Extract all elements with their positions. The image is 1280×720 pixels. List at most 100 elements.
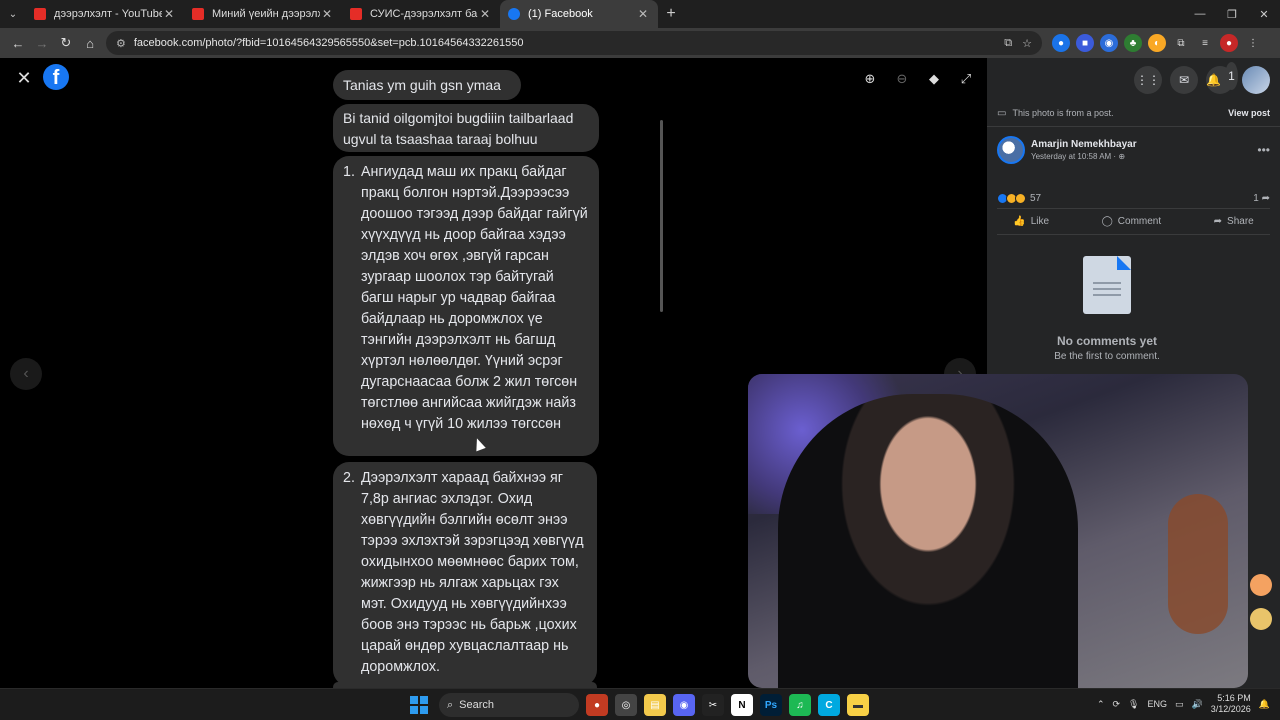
menu-grid-icon[interactable]: ⋮⋮ xyxy=(1134,66,1162,94)
list-item: 2. Дээрэлхэлт хараад байхнээ яг 7,8р анг… xyxy=(343,468,587,678)
divider xyxy=(997,208,1270,209)
wow-reaction-icon xyxy=(1015,192,1026,204)
extensions-puzzle-icon[interactable]: ⧉ xyxy=(1172,34,1190,52)
globe-icon: ⊕ xyxy=(1118,152,1126,161)
post-note: ▭ This photo is from a post. View post xyxy=(997,104,1270,122)
home-icon[interactable]: ⌂ xyxy=(78,31,102,55)
zoom-out-icon[interactable]: ⊖ xyxy=(891,68,913,90)
tab-search-icon[interactable]: ⌄ xyxy=(0,0,26,28)
tab-youtube-3[interactable]: СУИС-дээрэлхэлт байх ёстой юм... ✕ xyxy=(342,0,500,28)
tab-strip: ⌄ дээрэлхэлт - YouTube ✕ Миний үеийн дээ… xyxy=(0,0,1280,28)
file-explorer-icon[interactable]: ▤ xyxy=(644,694,666,716)
bookmark-star-icon[interactable]: ☆ xyxy=(1022,37,1032,50)
tab-title: Миний үеийн дээрэлхэлт | АРА... xyxy=(212,8,320,20)
search-icon: ⌕ xyxy=(447,698,454,711)
tab-youtube-2[interactable]: Миний үеийн дээрэлхэлт | АРА... ✕ xyxy=(184,0,342,28)
zoom-in-icon[interactable]: ⊕ xyxy=(859,68,881,90)
comment-button[interactable]: ◯ Comment xyxy=(1102,216,1162,227)
extension-icon[interactable]: ◉ xyxy=(1100,34,1118,52)
tab-facebook[interactable]: (1) Facebook ✕ xyxy=(500,0,658,28)
tray-chevron-icon[interactable]: ⌃ xyxy=(1097,699,1105,710)
network-icon[interactable]: ▭ xyxy=(1175,699,1184,710)
share-arrow-icon: ➦ xyxy=(1261,192,1270,204)
youtube-icon xyxy=(34,8,46,20)
microphone-icon[interactable]: 🎙 xyxy=(1128,699,1139,710)
fullscreen-icon[interactable]: ⤢ xyxy=(955,68,977,90)
account-avatar[interactable] xyxy=(1242,66,1270,94)
close-photo-icon[interactable]: ✕ xyxy=(14,68,34,88)
post-author: Amarjin Nemekhbayar Yesterday at 10:58 A… xyxy=(997,134,1270,166)
address-bar[interactable]: ⚙ facebook.com/photo/?fbid=1016456432956… xyxy=(106,31,1042,55)
discord-icon[interactable]: ◉ xyxy=(673,694,695,716)
close-icon[interactable]: ✕ xyxy=(162,7,176,21)
chrome-icon[interactable]: ● xyxy=(586,694,608,716)
more-options-icon[interactable]: ••• xyxy=(1257,143,1270,157)
extension-icon[interactable]: ♣ xyxy=(1124,34,1142,52)
site-info-icon[interactable]: ⚙ xyxy=(116,37,126,50)
item-number: 2. xyxy=(343,470,355,486)
windows-start-icon[interactable] xyxy=(410,696,428,714)
share-icon: ➦ xyxy=(1213,215,1223,227)
notion-icon[interactable]: N xyxy=(731,694,753,716)
reactions-bar[interactable]: 57 1 ➦ xyxy=(997,190,1270,206)
capcut-icon[interactable]: ✂ xyxy=(702,694,724,716)
language-indicator[interactable]: ENG xyxy=(1147,699,1167,709)
author-avatar[interactable] xyxy=(997,136,1025,164)
reaction-count: 57 xyxy=(1030,192,1042,204)
close-icon[interactable]: ✕ xyxy=(636,7,650,21)
reading-list-icon[interactable]: ≡ xyxy=(1196,34,1214,52)
post-time-text: Yesterday at 10:58 AM · xyxy=(1031,152,1119,161)
divider xyxy=(987,126,1280,127)
share-button[interactable]: ➦ Share xyxy=(1214,216,1254,227)
back-icon[interactable]: ← xyxy=(6,31,30,55)
browser-toolbar: ← → ↻ ⌂ ⚙ facebook.com/photo/?fbid=10164… xyxy=(0,28,1280,58)
chat-bubble-item-2: 2. Дээрэлхэлт хараад байхнээ яг 7,8р анг… xyxy=(333,462,597,686)
share-count-number: 1 xyxy=(1253,192,1259,204)
install-icon[interactable]: ⧉ xyxy=(1004,37,1012,50)
notifications-icon[interactable]: 🔔 1 xyxy=(1206,62,1238,94)
item-text: Ангиудад маш их пракц байдаг пракц болго… xyxy=(361,164,588,432)
share-count[interactable]: 1 ➦ xyxy=(1253,193,1270,204)
post-time[interactable]: Yesterday at 10:58 AM · ⊕ xyxy=(1031,152,1137,161)
volume-icon[interactable]: 🔊 xyxy=(1192,699,1203,710)
sync-icon[interactable]: ⟳ xyxy=(1113,699,1121,710)
profile-avatar-icon[interactable]: ● xyxy=(1220,34,1238,52)
reload-icon[interactable]: ↻ xyxy=(54,31,78,55)
tab-youtube-1[interactable]: дээрэлхэлт - YouTube ✕ xyxy=(26,0,184,28)
photoshop-icon[interactable]: Ps xyxy=(760,694,782,716)
like-button[interactable]: 👍 Like xyxy=(1013,216,1049,227)
post-note-text: This photo is from a post. xyxy=(1012,108,1114,118)
clock-time: 5:16 PM xyxy=(1217,693,1251,703)
emoji-sticker xyxy=(1250,574,1272,596)
facebook-logo-icon[interactable]: f xyxy=(43,64,69,90)
chat-bubble-item-1: 1. Ангиудад маш их пракц байдаг пракц бо… xyxy=(333,156,599,456)
clock[interactable]: 5:16 PM 3/12/2026 xyxy=(1211,693,1251,715)
view-post-link[interactable]: View post xyxy=(1228,108,1270,118)
app-icon[interactable]: C xyxy=(818,694,840,716)
forward-icon[interactable]: → xyxy=(30,31,54,55)
restore-icon[interactable]: ❐ xyxy=(1216,0,1248,28)
close-icon[interactable]: ✕ xyxy=(478,7,492,21)
spotify-icon[interactable]: ♫ xyxy=(789,694,811,716)
post-actions: 👍 Like ◯ Comment ➦ Share xyxy=(987,210,1280,232)
chrome-canary-icon[interactable]: ◎ xyxy=(615,694,637,716)
comment-label: Comment xyxy=(1117,215,1162,227)
extension-icon[interactable]: ● xyxy=(1052,34,1070,52)
close-icon[interactable]: ✕ xyxy=(320,7,334,21)
messenger-icon[interactable]: ✉ xyxy=(1170,66,1198,94)
windows-taskbar: ⌕ Search ● ◎ ▤ ◉ ✂ N Ps ♫ C ▬ ⌃ ⟳ 🎙 ENG … xyxy=(0,688,1280,720)
empty-comments-icon xyxy=(1083,256,1131,314)
tag-icon[interactable]: ◆ xyxy=(923,68,945,90)
image-scrollbar[interactable] xyxy=(660,120,663,312)
new-tab-button[interactable]: + xyxy=(658,0,684,28)
taskbar-search[interactable]: ⌕ Search xyxy=(439,693,579,717)
minimize-icon[interactable]: — xyxy=(1184,0,1216,28)
author-name[interactable]: Amarjin Nemekhbayar xyxy=(1031,139,1137,150)
menu-dots-icon[interactable]: ⋮ xyxy=(1244,34,1262,52)
close-window-icon[interactable]: ✕ xyxy=(1248,0,1280,28)
sticky-notes-icon[interactable]: ▬ xyxy=(847,694,869,716)
extension-icon[interactable]: ■ xyxy=(1076,34,1094,52)
extension-icon[interactable]: ◐ xyxy=(1148,34,1166,52)
previous-photo-button[interactable]: ‹ xyxy=(10,358,42,390)
notification-center-icon[interactable]: 🔔 xyxy=(1259,699,1270,710)
